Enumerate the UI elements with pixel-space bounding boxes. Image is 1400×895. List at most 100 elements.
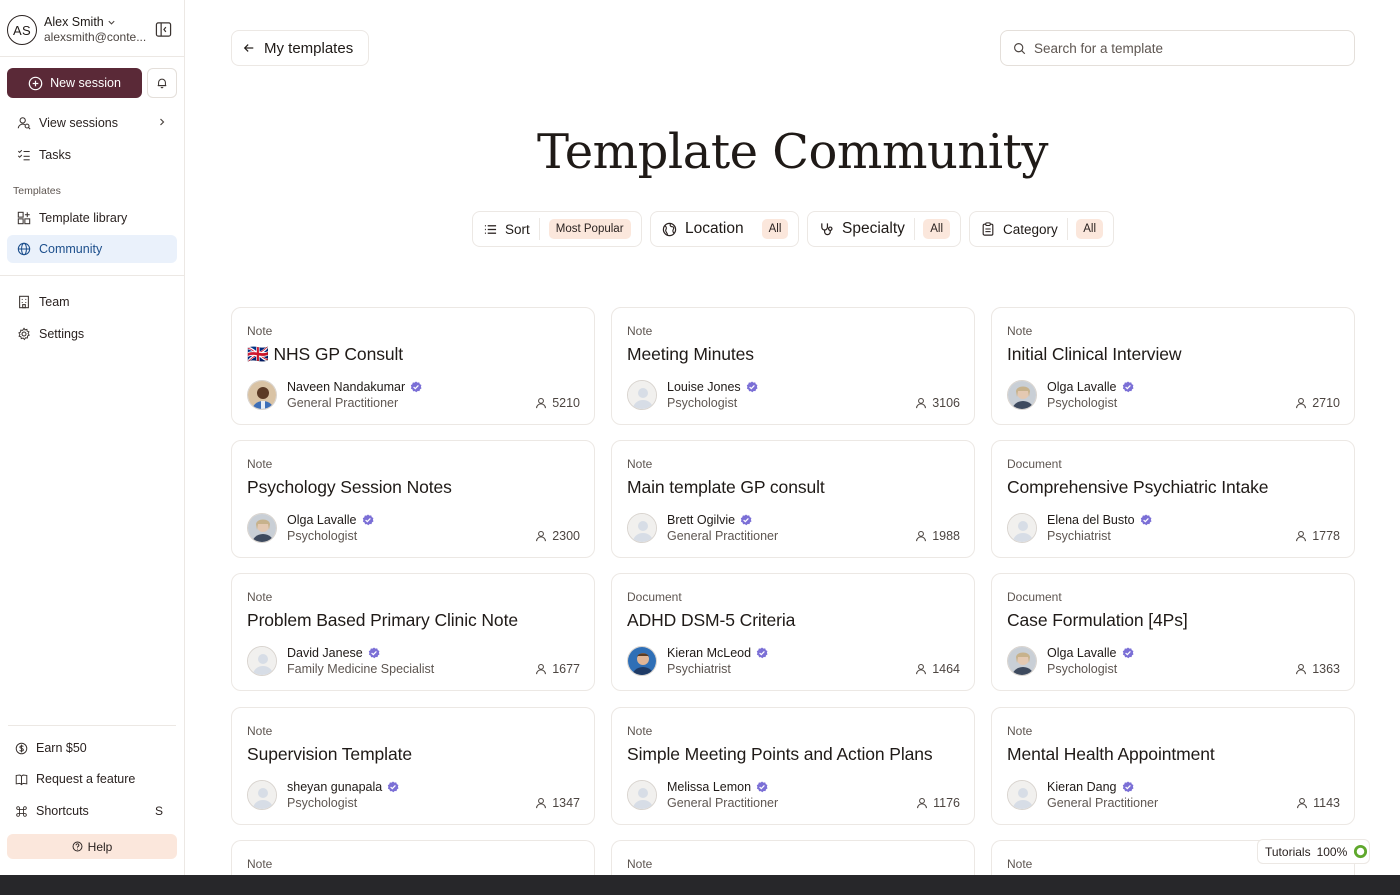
- book-open-icon: [15, 773, 28, 786]
- category-label: Category: [1003, 221, 1058, 237]
- usage-count: 1143: [1296, 796, 1340, 810]
- template-type: Note: [1007, 724, 1033, 738]
- user-icon: [915, 397, 927, 409]
- sidebar-item-view-sessions[interactable]: View sessions: [7, 109, 177, 137]
- sidebar-item-label: Tasks: [39, 148, 71, 162]
- sort-filter[interactable]: Sort Most Popular: [472, 211, 642, 247]
- shortcuts-link[interactable]: Shortcuts S: [7, 797, 177, 825]
- usage-count: 1464: [915, 662, 960, 676]
- help-button[interactable]: Help: [7, 834, 177, 859]
- back-to-my-templates-button[interactable]: My templates: [231, 30, 369, 66]
- template-card[interactable]: Note Simple Meeting Points and Action Pla…: [611, 707, 975, 825]
- stethoscope-icon: [819, 222, 834, 237]
- user-profile[interactable]: AS Alex Smith alexsmith@conte...: [7, 14, 177, 46]
- tutorials-label: Tutorials: [1265, 844, 1311, 859]
- template-card[interactable]: Document Case Formulation [4Ps] Olga Laval…: [991, 573, 1355, 691]
- author-name-row: Olga Lavalle: [1047, 646, 1134, 660]
- author-role: Psychologist: [1047, 396, 1118, 410]
- template-card[interactable]: Note Meeting Minutes Louise Jones Psycholog…: [611, 307, 975, 425]
- usage-count: 1778: [1295, 529, 1340, 543]
- author-name-row: Melissa Lemon: [667, 780, 768, 794]
- specialty-filter[interactable]: Specialty All: [807, 211, 961, 247]
- template-card[interactable]: Document ADHD DSM-5 Criteria Kieran McLeod…: [611, 573, 975, 691]
- location-filter[interactable]: Location All: [650, 211, 799, 247]
- sidebar-item-settings[interactable]: Settings: [7, 320, 177, 348]
- template-card[interactable]: Document Comprehensive Psychiatric Intake…: [991, 440, 1355, 558]
- author-name: Olga Lavalle: [1047, 380, 1117, 394]
- author-name: Louise Jones: [667, 380, 741, 394]
- back-label: My templates: [264, 39, 354, 57]
- notifications-button[interactable]: [147, 68, 177, 98]
- earn-referral-link[interactable]: Earn $50: [7, 734, 177, 762]
- usage-count-value: 2300: [552, 529, 580, 543]
- divider: [0, 56, 184, 57]
- usage-count-value: 1347: [552, 796, 580, 810]
- author-name: Kieran McLeod: [667, 646, 752, 660]
- tutorials-widget[interactable]: Tutorials 100%: [1257, 839, 1370, 864]
- user-icon: [1295, 397, 1307, 409]
- template-library-icon: [17, 211, 31, 225]
- template-card[interactable]: Note Main template GP consult Brett Ogilvi…: [611, 440, 975, 558]
- verified-badge-icon: [368, 647, 380, 659]
- template-card[interactable]: Note 🇬🇧 NHS GP Consult Naveen Nandakumar Ge…: [231, 307, 595, 425]
- template-type: Note: [1007, 857, 1033, 871]
- system-taskbar: [0, 875, 1400, 895]
- template-card[interactable]: Note Psychology Session Notes Olga Lavalle…: [231, 440, 595, 558]
- template-card[interactable]: Note Supervision Template sheyan gunapala P…: [231, 707, 595, 825]
- usage-count: 2710: [1295, 396, 1340, 410]
- sidebar-item-team[interactable]: Team: [7, 288, 177, 316]
- verified-badge-icon: [1140, 514, 1152, 526]
- author-name-row: Louise Jones: [667, 380, 758, 394]
- template-search[interactable]: [1000, 30, 1355, 66]
- author-role: Psychologist: [287, 796, 358, 810]
- usage-count-value: 1143: [1313, 796, 1340, 810]
- template-card[interactable]: Note Mental Health Appointment Kieran Dang…: [991, 707, 1355, 825]
- author-role: Psychiatrist: [1047, 529, 1111, 543]
- user-email: alexsmith@conte...: [44, 30, 147, 44]
- new-session-button[interactable]: New session: [7, 68, 142, 98]
- avatar: AS: [7, 15, 37, 45]
- template-title: 🇬🇧 NHS GP Consult: [247, 344, 404, 364]
- user-icon: [1295, 663, 1307, 675]
- verified-badge-icon: [1122, 647, 1134, 659]
- author-avatar: [1007, 646, 1037, 676]
- verified-badge-icon: [740, 514, 752, 526]
- sidebar-item-community[interactable]: Community: [7, 235, 177, 263]
- sidebar-item-label: Template library: [39, 211, 128, 225]
- user-icon: [535, 797, 547, 809]
- template-title: Mental Health Appointment: [1007, 744, 1215, 764]
- author-name: Brett Ogilvie: [667, 513, 736, 527]
- user-name: Alex Smith: [44, 15, 104, 29]
- usage-count-value: 3106: [932, 396, 960, 410]
- author-role: Psychologist: [1047, 662, 1118, 676]
- sidebar-collapse-icon[interactable]: [155, 21, 173, 39]
- author-role: Family Medicine Specialist: [287, 662, 435, 676]
- author-name-row: Brett Ogilvie: [667, 513, 752, 527]
- template-card[interactable]: Note: [611, 840, 975, 880]
- author-avatar: [1007, 513, 1037, 543]
- author-avatar: [627, 380, 657, 410]
- template-type: Document: [1007, 457, 1062, 471]
- request-feature-link[interactable]: Request a feature: [7, 765, 177, 793]
- usage-count: 1176: [916, 796, 960, 810]
- question-circle-icon: [72, 841, 83, 852]
- shortcuts-label: Shortcuts: [36, 804, 89, 818]
- author-avatar: [1007, 380, 1037, 410]
- user-icon: [915, 530, 927, 542]
- search-icon: [1013, 42, 1026, 55]
- template-type: Note: [247, 724, 273, 738]
- template-type: Note: [247, 857, 273, 871]
- user-icon: [915, 663, 927, 675]
- chevron-right-icon: [157, 117, 167, 127]
- user-icon: [535, 663, 547, 675]
- author-name-row: Olga Lavalle: [287, 513, 374, 527]
- template-card[interactable]: Note Problem Based Primary Clinic Note Dav…: [231, 573, 595, 691]
- sidebar-item-tasks[interactable]: Tasks: [7, 141, 177, 169]
- category-filter[interactable]: Category All: [969, 211, 1114, 247]
- template-type: Note: [1007, 324, 1033, 338]
- template-card[interactable]: Note: [231, 840, 595, 880]
- sidebar-item-template-library[interactable]: Template library: [7, 204, 177, 232]
- search-input[interactable]: [1034, 40, 1334, 56]
- author-name-row: Kieran Dang: [1047, 780, 1134, 794]
- template-card[interactable]: Note Initial Clinical Interview Olga Laval…: [991, 307, 1355, 425]
